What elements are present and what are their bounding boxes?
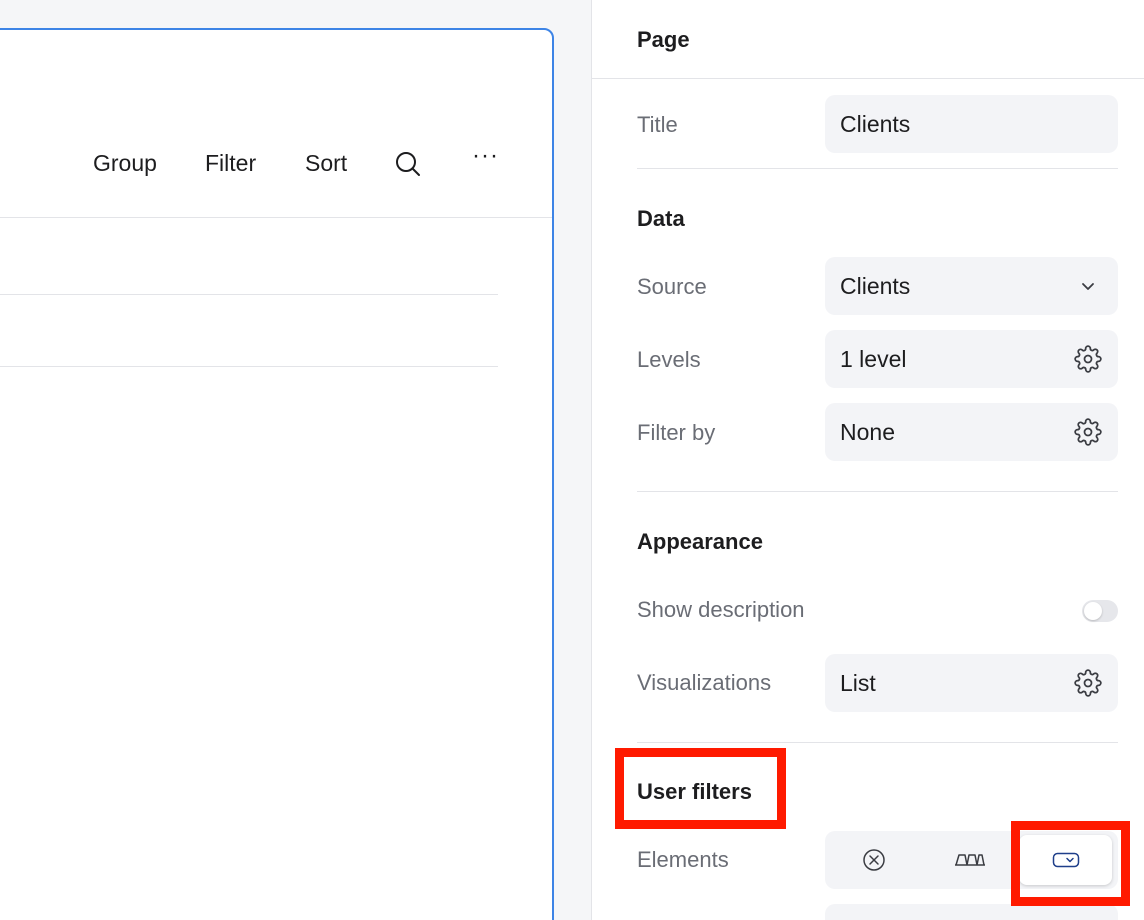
source-value: Clients	[840, 273, 911, 299]
visualizations-field[interactable]: List	[825, 654, 1118, 712]
data-section-heading: Data	[637, 206, 685, 231]
levels-label: Levels	[637, 347, 701, 372]
show-description-label: Show description	[637, 597, 805, 622]
search-icon[interactable]	[394, 150, 422, 178]
page-canvas[interactable]: Group Filter Sort ···	[0, 28, 554, 920]
panel-header: Page	[592, 0, 1144, 79]
title-field[interactable]: Clients	[825, 95, 1118, 153]
sort-button[interactable]: Sort	[305, 150, 347, 177]
elements-segmented-control	[825, 831, 1118, 889]
none-icon[interactable]	[827, 835, 920, 885]
page-section-heading: Page	[637, 27, 690, 52]
section-divider	[637, 742, 1118, 743]
more-button[interactable]: ···	[472, 142, 499, 170]
title-value: Clients	[840, 111, 911, 137]
gear-icon[interactable]	[1074, 669, 1102, 697]
group-button[interactable]: Group	[93, 150, 157, 177]
gear-icon[interactable]	[1074, 345, 1102, 373]
user-filters-section-heading: User filters	[637, 779, 752, 804]
section-divider	[637, 491, 1118, 492]
title-label: Title	[637, 112, 678, 137]
list-toolbar: Group Filter Sort ···	[0, 30, 552, 218]
elements-label: Elements	[637, 847, 729, 872]
dropdown-icon[interactable]	[1019, 835, 1112, 885]
list-row-divider	[0, 366, 498, 367]
next-field[interactable]	[825, 904, 1118, 920]
filter-by-field[interactable]: None	[825, 403, 1118, 461]
list-row-divider	[0, 294, 498, 295]
properties-panel: Page Title Clients Data Source Clients L…	[591, 0, 1144, 920]
toggle-knob	[1084, 602, 1102, 620]
source-select[interactable]: Clients	[825, 257, 1118, 315]
filter-button[interactable]: Filter	[205, 150, 256, 177]
tabs-icon[interactable]	[923, 835, 1016, 885]
chevron-down-icon	[1074, 272, 1102, 300]
visualizations-label: Visualizations	[637, 670, 772, 695]
filter-by-label: Filter by	[637, 420, 716, 445]
levels-field[interactable]: 1 level	[825, 330, 1118, 388]
filter-by-value: None	[840, 419, 895, 445]
gear-icon[interactable]	[1074, 418, 1102, 446]
source-label: Source	[637, 274, 707, 299]
appearance-section-heading: Appearance	[637, 529, 763, 554]
section-divider	[637, 168, 1118, 169]
show-description-toggle[interactable]	[1082, 600, 1118, 622]
levels-value: 1 level	[840, 346, 907, 372]
visualizations-value: List	[840, 670, 876, 696]
